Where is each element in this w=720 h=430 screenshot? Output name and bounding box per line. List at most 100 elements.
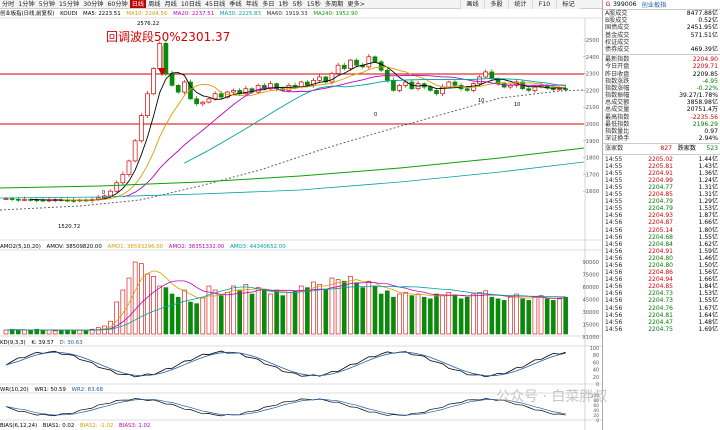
kline-chart[interactable]: 2500240023002200210020001900180017001600…: [0, 0, 602, 430]
quote-value: -4.95: [702, 77, 718, 85]
volume-bar: [477, 292, 482, 335]
tick-vv: 1.36亿: [698, 169, 718, 177]
tick-row: 14:55 2205.81 1.43亿: [603, 163, 720, 170]
candle-body: [378, 61, 384, 71]
volume-bar: [384, 290, 390, 335]
quote-value: 571.51亿: [690, 31, 718, 39]
price-tick: 1700: [586, 172, 599, 178]
quote-label: 最高指数: [605, 113, 630, 121]
candle-body: [335, 64, 341, 74]
tick-t: 14:56: [605, 318, 623, 326]
tick-t: 14:56: [605, 226, 623, 234]
tick-row: 14:56 2204.76 1.67亿: [603, 305, 720, 312]
quote-row: 总成交量 20751.4万: [603, 106, 720, 113]
tick-list[interactable]: 14:55 2205.02 1.44亿 14:55 2205.81 1.43亿 14:55 2…: [603, 156, 720, 333]
tick-t: 14:55: [605, 155, 623, 163]
tick-p: 2205.02: [648, 155, 673, 163]
tick-p: 2204.86: [648, 269, 673, 277]
volume-bar: [421, 296, 427, 335]
candle-body: [507, 85, 513, 88]
candle-body: [194, 98, 199, 105]
wr-1: WR1: 50.59: [34, 387, 66, 393]
candle-body: [563, 88, 569, 91]
volume-bar: [188, 301, 193, 335]
quote-value: 3858.98亿: [686, 99, 718, 107]
volume-bar: [292, 290, 298, 335]
kd-k-line: [5, 350, 566, 378]
tick-t: 14:55: [605, 162, 623, 170]
volume-bar: [360, 287, 366, 335]
quote-value: -0.22%: [696, 84, 718, 92]
volume-bar: [231, 285, 236, 335]
candle-body: [434, 90, 439, 95]
quote-label: 基金成交: [605, 31, 630, 39]
legend-ma240: MA240: 1952.90: [313, 11, 358, 17]
tick-t: 14:56: [605, 304, 623, 312]
volume-tick: 75000: [582, 273, 599, 279]
quote-label: 国债成交: [605, 24, 630, 32]
volume-bar: [495, 298, 501, 335]
volume-bar: [348, 276, 353, 335]
volume-bar: [59, 329, 64, 335]
tick-t: 14:56: [605, 219, 623, 227]
candle-body: [157, 43, 163, 69]
quote-row: 最低指数 2196.29: [603, 121, 720, 128]
volume-bar: [114, 301, 119, 335]
volume-bar: [323, 288, 329, 335]
candle-body: [175, 85, 181, 93]
toolbar-button[interactable]: 画线: [460, 0, 484, 9]
tick-p: 2204.80: [648, 261, 673, 269]
volume-bar: [507, 296, 513, 335]
volume-bar: [452, 295, 458, 335]
tick-vv: 1.55亿: [698, 297, 718, 305]
volume-bar: [372, 285, 378, 335]
tick-row: 14:56 2204.84 1.62亿: [603, 241, 720, 248]
tick-t: 14:56: [605, 311, 623, 319]
quote-label: 指数涨跌: [605, 77, 630, 85]
toolbar-button[interactable]: F10: [532, 0, 556, 9]
volume-bar: [71, 330, 76, 335]
volume-legend: AMO2(5,10,20) AMOV: 38509820.00 AMO1: 36…: [0, 243, 290, 251]
ma240-line: [0, 147, 585, 189]
candle-body: [169, 73, 175, 86]
volume-bar: [563, 296, 568, 335]
tick-t: 14:56: [605, 290, 623, 298]
candle-body: [464, 88, 470, 91]
price-tick: 1800: [586, 156, 599, 162]
volume-bar: [538, 295, 544, 335]
mark-label: 0: [374, 112, 377, 118]
tick-p: 2204.47: [648, 318, 673, 326]
volume-bar: [243, 284, 249, 335]
volume-bar: [46, 329, 52, 335]
volume-bar: [206, 285, 212, 335]
volume-bar: [341, 280, 347, 335]
price-tick: 2400: [586, 55, 599, 61]
tick-row: 14:56 2204.87 1.66亿: [603, 219, 720, 226]
index-code: 399006: [613, 1, 637, 8]
tick-p: 2204.81: [648, 311, 673, 319]
tick-t: 14:56: [605, 247, 623, 255]
tick-vv: 1.64亿: [698, 311, 718, 319]
volume-bar: [212, 289, 218, 335]
tick-vv: 1.80亿: [698, 226, 718, 234]
toolbar-button[interactable]: 统计: [508, 0, 532, 9]
candle-body: [206, 98, 212, 103]
volume-bar: [378, 293, 384, 335]
kd-tick: 100: [590, 346, 599, 352]
candle-body: [151, 68, 156, 95]
volume-bar: [261, 288, 267, 335]
tick-p: 2205.14: [648, 226, 673, 234]
vol-amo2: AMO2: 38351332.00: [168, 244, 225, 250]
tick-t: 14:56: [605, 212, 623, 220]
tick-p: 2204.79: [648, 198, 673, 206]
candle-body: [446, 81, 452, 88]
toolbar-button[interactable]: 多股: [484, 0, 508, 9]
mark-label: 0: [102, 190, 105, 196]
toolbar-button[interactable]: 标记: [556, 0, 580, 9]
candle-body: [126, 160, 132, 175]
volume-bar: [391, 296, 396, 335]
quote-value: 2451.95亿: [686, 24, 718, 32]
tick-row: 14:56 2204.73 1.55亿: [603, 297, 720, 304]
volume-bar: [557, 298, 562, 335]
tick-row: 14:55 2204.91 1.36亿: [603, 170, 720, 177]
